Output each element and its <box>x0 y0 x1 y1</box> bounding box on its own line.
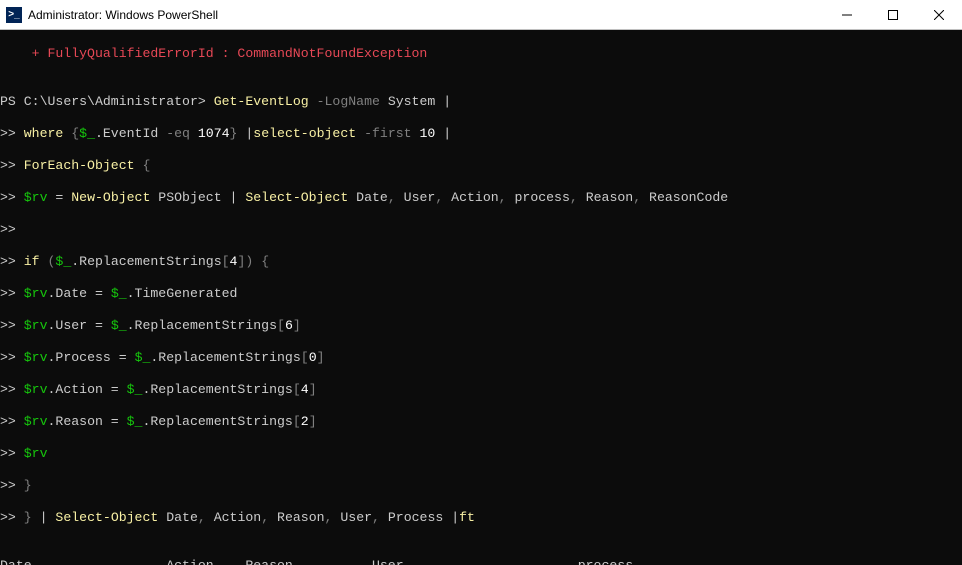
command-line: >> <box>0 222 962 238</box>
command-line: >> $rv = New-Object PSObject | Select-Ob… <box>0 190 962 206</box>
window-titlebar: >_ Administrator: Windows PowerShell <box>0 0 962 30</box>
table-header: Date Action Reason User process <box>0 558 962 565</box>
minimize-button[interactable] <box>824 0 870 30</box>
command-line: >> $rv.Reason = $_.ReplacementStrings[2] <box>0 414 962 430</box>
powershell-icon: >_ <box>6 7 22 23</box>
command-line: >> $rv.Action = $_.ReplacementStrings[4] <box>0 382 962 398</box>
maximize-button[interactable] <box>870 0 916 30</box>
terminal-output[interactable]: + FullyQualifiedErrorId : CommandNotFoun… <box>0 30 962 565</box>
command-line: >> } <box>0 478 962 494</box>
command-line: >> $rv.User = $_.ReplacementStrings[6] <box>0 318 962 334</box>
command-line: >> if ($_.ReplacementStrings[4]) { <box>0 254 962 270</box>
command-line: >> $rv.Date = $_.TimeGenerated <box>0 286 962 302</box>
command-line: PS C:\Users\Administrator> Get-EventLog … <box>0 94 962 110</box>
command-line: >> ForEach-Object { <box>0 158 962 174</box>
command-line: >> $rv <box>0 446 962 462</box>
command-line: >> } | Select-Object Date, Action, Reaso… <box>0 510 962 526</box>
close-button[interactable] <box>916 0 962 30</box>
window-controls <box>824 0 962 30</box>
command-line: >> $rv.Process = $_.ReplacementStrings[0… <box>0 350 962 366</box>
command-line: >> where {$_.EventId -eq 1074} |select-o… <box>0 126 962 142</box>
error-line: + FullyQualifiedErrorId : CommandNotFoun… <box>0 46 962 62</box>
window-title: Administrator: Windows PowerShell <box>28 8 824 22</box>
